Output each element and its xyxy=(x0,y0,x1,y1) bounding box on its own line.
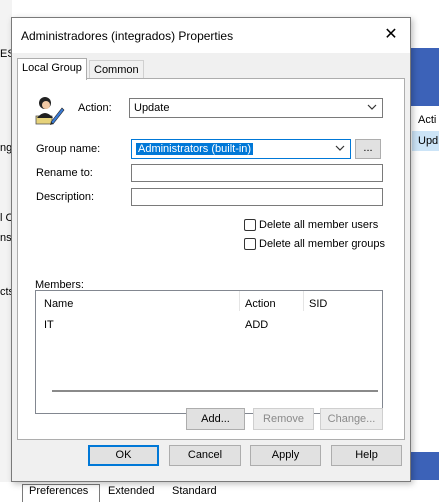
delete-users-label: Delete all member users xyxy=(259,219,379,231)
cancel-button[interactable]: Cancel xyxy=(169,445,241,466)
group-name-value: Administrators (built-in) xyxy=(136,143,254,155)
action-value: Update xyxy=(134,102,170,114)
table-row[interactable]: IT ADD xyxy=(36,317,382,333)
apply-button[interactable]: Apply xyxy=(250,445,321,466)
remove-button[interactable]: Remove xyxy=(253,408,314,430)
member-action: ADD xyxy=(245,319,269,331)
title-bar: Administradores (integrados) Properties … xyxy=(12,18,410,53)
member-name: IT xyxy=(44,319,54,331)
rename-label: Rename to: xyxy=(36,167,93,179)
ok-button[interactable]: OK xyxy=(88,445,159,466)
dialog-title: Administradores (integrados) Properties xyxy=(21,29,234,43)
delete-groups-label: Delete all member groups xyxy=(259,238,385,250)
column-header-action[interactable]: Action xyxy=(245,298,276,310)
chevron-down-icon xyxy=(367,104,377,110)
description-label: Description: xyxy=(36,191,95,203)
background-window-panel xyxy=(410,106,439,458)
column-header-sid[interactable]: SID xyxy=(309,298,327,310)
delete-groups-checkbox[interactable] xyxy=(244,238,256,250)
column-header-name[interactable]: Name xyxy=(44,298,73,310)
group-name-label: Group name: xyxy=(36,143,101,155)
browse-button[interactable]: ... xyxy=(355,139,381,159)
close-button[interactable]: ✕ xyxy=(378,23,404,47)
tab-standard[interactable]: Standard xyxy=(172,485,217,497)
background-window-footer xyxy=(410,452,439,480)
background-column-header: Acti xyxy=(418,114,437,126)
column-separator xyxy=(239,291,240,311)
background-window-header xyxy=(410,48,439,106)
group-name-combobox[interactable]: Administrators (built-in) xyxy=(131,139,351,159)
help-button[interactable]: Help xyxy=(331,445,402,466)
description-input[interactable] xyxy=(131,188,383,206)
chevron-down-icon xyxy=(335,145,345,151)
horizontal-scrollbar[interactable] xyxy=(52,390,378,392)
column-separator xyxy=(303,291,304,311)
rename-input[interactable] xyxy=(131,164,383,182)
add-button[interactable]: Add... xyxy=(186,408,245,430)
tab-extended[interactable]: Extended xyxy=(108,485,154,497)
action-label: Action: xyxy=(78,102,112,114)
change-button[interactable]: Change... xyxy=(320,408,383,430)
user-with-pen-icon xyxy=(33,94,65,126)
background-text-fragment: ns xyxy=(0,232,12,244)
close-icon: ✕ xyxy=(384,26,398,43)
background-row-text: Upd xyxy=(418,135,439,147)
tab-preferences[interactable]: Preferences xyxy=(29,485,88,497)
delete-users-checkbox[interactable] xyxy=(244,219,256,231)
tab-common[interactable]: Common xyxy=(89,60,144,78)
members-list[interactable]: Name Action SID IT ADD xyxy=(35,290,383,414)
tab-local-group[interactable]: Local Group xyxy=(17,58,87,80)
properties-dialog: Administradores (integrados) Properties … xyxy=(11,17,411,482)
action-select[interactable]: Update xyxy=(129,98,383,118)
